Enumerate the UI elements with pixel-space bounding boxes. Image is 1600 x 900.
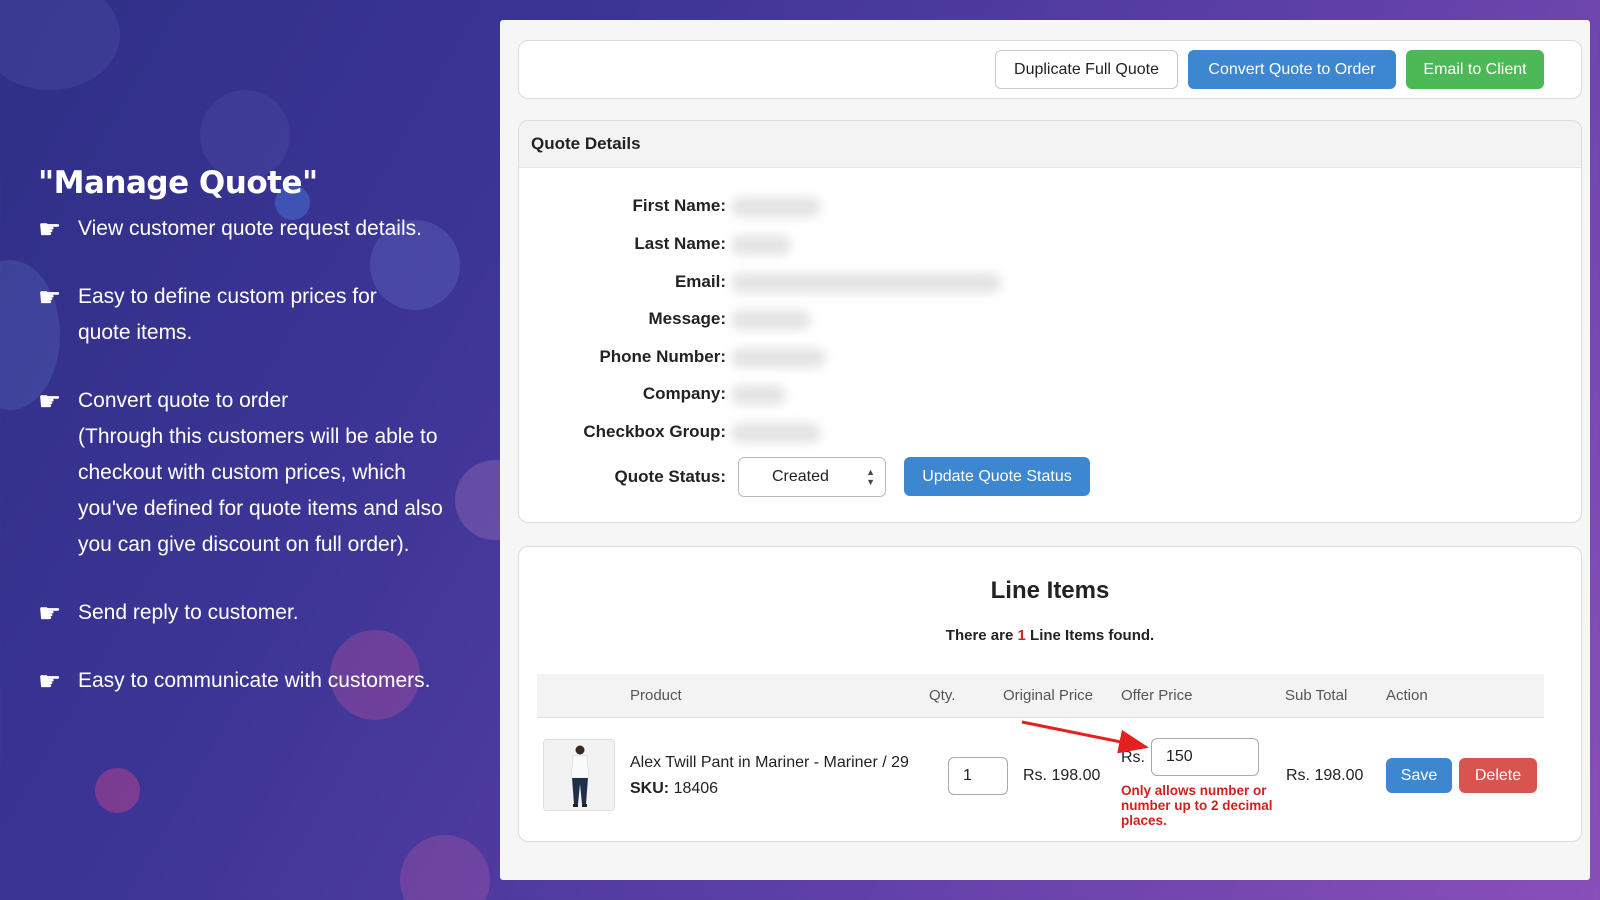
quote-details-header: Quote Details	[519, 121, 1581, 168]
manage-quote-panel: Duplicate Full Quote Convert Quote to Or…	[500, 20, 1590, 880]
sku-label: SKU:	[630, 780, 670, 797]
promo-title: "Manage Quote"	[38, 165, 318, 201]
quote-status-select[interactable]: Created ▲ ▼	[738, 457, 886, 497]
col-product: Product	[630, 687, 682, 704]
field-label: Checkbox Group:	[583, 422, 726, 441]
field-label: Quote Status:	[614, 467, 726, 486]
feature-text: View customer quote request details.	[78, 217, 422, 240]
annotation-arrow	[1021, 720, 1149, 754]
count-suffix: Line Items found.	[1025, 627, 1155, 644]
quote-details-card: Quote Details First Name: Last Name: Ema…	[518, 120, 1582, 523]
pointing-hand-icon: ☛	[38, 386, 62, 416]
field-label: Company:	[642, 384, 726, 403]
feature-item: ☛ Easy to communicate with customers.	[38, 666, 468, 699]
pointing-hand-icon: ☛	[38, 598, 62, 628]
duplicate-quote-button[interactable]: Duplicate Full Quote	[995, 50, 1178, 89]
count-value: 1	[1017, 627, 1026, 644]
pointing-hand-icon: ☛	[38, 282, 62, 312]
field-label: Last Name:	[634, 234, 726, 253]
select-caret-icon: ▲ ▼	[866, 467, 875, 487]
col-action: Action	[1386, 687, 1428, 704]
convert-to-order-button[interactable]: Convert Quote to Order	[1188, 50, 1396, 89]
field-company: Company:	[519, 382, 1581, 406]
line-items-card: Line Items There are 1 Line Items found.…	[518, 546, 1582, 842]
field-checkbox-group: Checkbox Group:	[519, 420, 1581, 444]
quote-actions-bar: Duplicate Full Quote Convert Quote to Or…	[518, 40, 1582, 99]
pointing-hand-icon: ☛	[38, 666, 62, 696]
original-price: Rs. 198.00	[1023, 767, 1101, 784]
quote-status-value: Created	[772, 468, 829, 485]
redacted-value	[731, 385, 786, 405]
line-items-count-text: There are 1 Line Items found.	[519, 627, 1581, 644]
feature-text: Easy to communicate with customers.	[78, 669, 431, 692]
field-last-name: Last Name:	[519, 232, 1581, 256]
offer-price-validation-note: Only allows number or number up to 2 dec…	[1121, 783, 1273, 828]
feature-list: ☛ View customer quote request details. ☛…	[38, 214, 468, 699]
feature-item: ☛ Easy to define custom prices for quote…	[38, 282, 418, 351]
col-sub-total: Sub Total	[1285, 687, 1348, 704]
feature-text: Convert quote to order (Through this cus…	[78, 389, 443, 556]
offer-price-input[interactable]: 150	[1151, 738, 1259, 776]
line-items-table-header: Product Qty. Original Price Offer Price …	[537, 674, 1544, 718]
product-model-image	[544, 740, 614, 810]
field-label: Message:	[648, 309, 726, 328]
product-thumbnail[interactable]	[543, 739, 615, 811]
product-sku: SKU: 18406	[630, 780, 718, 798]
redacted-value	[731, 273, 1001, 293]
product-name[interactable]: Alex Twill Pant in Mariner - Mariner / 2…	[630, 754, 909, 772]
field-label: Phone Number:	[599, 347, 726, 366]
promo-section: "Manage Quote" ☛ View customer quote req…	[38, 165, 468, 735]
line-items-title: Line Items	[990, 577, 1110, 604]
feature-text: Easy to define custom prices for quote i…	[78, 285, 377, 344]
offer-price-value: 150	[1166, 748, 1193, 765]
feature-text: Send reply to customer.	[78, 601, 299, 624]
pointing-hand-icon: ☛	[38, 214, 62, 244]
save-line-button[interactable]: Save	[1386, 758, 1452, 793]
redacted-value	[731, 348, 826, 368]
col-qty: Qty.	[929, 687, 956, 704]
qty-value: 1	[963, 767, 972, 784]
sub-total: Rs. 198.00	[1286, 767, 1364, 784]
feature-item: ☛ Convert quote to order (Through this c…	[38, 386, 468, 563]
col-offer-price: Offer Price	[1121, 687, 1193, 704]
redacted-value	[731, 310, 811, 330]
field-message: Message:	[519, 307, 1581, 331]
field-email: Email:	[519, 270, 1581, 294]
redacted-value	[731, 423, 821, 443]
field-phone-number: Phone Number:	[519, 345, 1581, 369]
field-label: First Name:	[632, 196, 726, 215]
field-first-name: First Name:	[519, 194, 1581, 218]
sku-value: 18406	[673, 780, 719, 797]
email-client-button[interactable]: Email to Client	[1406, 50, 1544, 89]
feature-item: ☛ View customer quote request details.	[38, 214, 468, 247]
feature-item: ☛ Send reply to customer.	[38, 598, 468, 631]
count-prefix: There are	[945, 627, 1018, 644]
field-label: Email:	[674, 272, 726, 291]
redacted-value	[731, 235, 791, 255]
qty-input[interactable]: 1	[948, 757, 1008, 795]
delete-line-button[interactable]: Delete	[1459, 758, 1537, 793]
col-original-price: Original Price	[1003, 687, 1094, 704]
redacted-value	[731, 197, 821, 217]
update-status-button[interactable]: Update Quote Status	[904, 457, 1090, 496]
